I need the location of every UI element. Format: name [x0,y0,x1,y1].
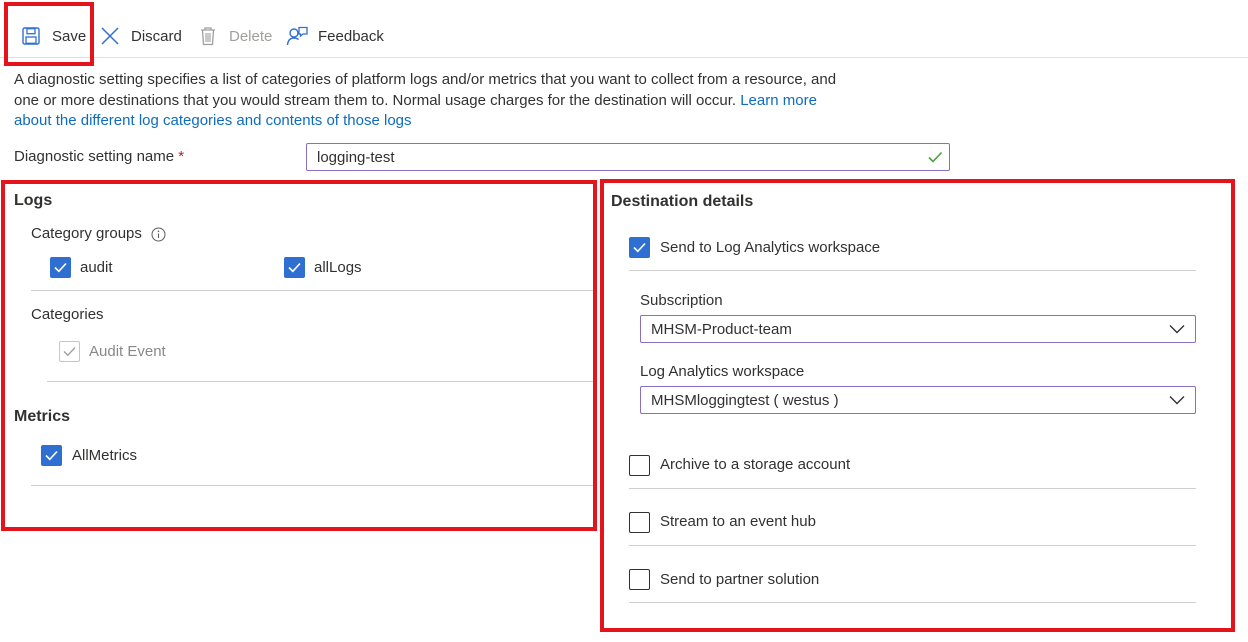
divider [629,488,1196,489]
delete-button[interactable]: Delete [197,22,272,50]
checkbox-storage-account[interactable] [629,455,650,476]
subscription-dropdown[interactable]: MHSM-Product-team [640,315,1196,343]
discard-label: Discard [131,27,182,45]
subscription-value: MHSM-Product-team [651,320,792,338]
required-asterisk: * [178,148,185,165]
close-icon [99,25,121,47]
divider [31,485,593,486]
checkbox-event-hub[interactable] [629,512,650,533]
chevron-down-icon [1169,396,1185,405]
checkbox-partner-solution[interactable] [629,569,650,590]
event-hub-label: Stream to an event hub [660,513,816,530]
divider [629,602,1196,603]
checkbox-audit[interactable] [50,257,71,278]
checkbox-audit-event[interactable] [59,341,80,362]
logs-heading: Logs [14,192,53,209]
categories-label: Categories [31,306,104,323]
discard-button[interactable]: Discard [99,22,182,50]
feedback-button[interactable]: Feedback [286,22,384,50]
storage-account-label: Archive to a storage account [660,456,851,473]
delete-label: Delete [229,27,273,45]
checkbox-log-analytics[interactable] [629,237,650,258]
alllogs-label: allLogs [314,259,362,276]
divider [629,270,1196,271]
checkmark-icon [633,242,646,253]
audit-label: audit [80,259,113,276]
save-button[interactable]: Save [20,22,86,50]
setting-name-label-text: Diagnostic setting name [14,148,175,165]
workspace-value: MHSMloggingtest ( westus ) [651,391,839,409]
partner-solution-label: Send to partner solution [660,571,820,588]
feedback-icon [286,25,308,47]
setting-name-label: Diagnostic setting name * [14,148,184,165]
description-text: A diagnostic setting specifies a list of… [14,70,844,132]
info-icon[interactable] [151,227,166,242]
checkmark-icon [288,262,301,273]
log-analytics-label: Send to Log Analytics workspace [660,239,881,256]
valid-check-icon [927,149,943,165]
setting-name-input[interactable] [306,143,950,171]
subscription-label: Subscription [640,292,723,309]
category-groups-label: Category groups [31,225,142,242]
divider [47,381,593,382]
checkmark-icon [63,347,76,357]
checkbox-alllogs[interactable] [284,257,305,278]
description-body: A diagnostic setting specifies a list of… [14,71,837,109]
destination-heading: Destination details [611,193,754,210]
workspace-dropdown[interactable]: MHSMloggingtest ( westus ) [640,386,1196,414]
checkmark-icon [54,262,67,273]
divider [629,545,1196,546]
workspace-label: Log Analytics workspace [640,363,805,380]
save-icon [20,25,42,47]
metrics-heading: Metrics [14,408,71,425]
audit-event-label: Audit Event [89,343,166,360]
divider [31,290,593,291]
trash-icon [197,25,219,47]
checkbox-allmetrics[interactable] [41,445,62,466]
allmetrics-label: AllMetrics [72,447,138,464]
feedback-label: Feedback [318,27,384,45]
chevron-down-icon [1169,325,1185,334]
command-bar: Save Discard Delete Feedback [0,0,1248,58]
save-label: Save [52,27,87,45]
checkmark-icon [45,450,58,461]
